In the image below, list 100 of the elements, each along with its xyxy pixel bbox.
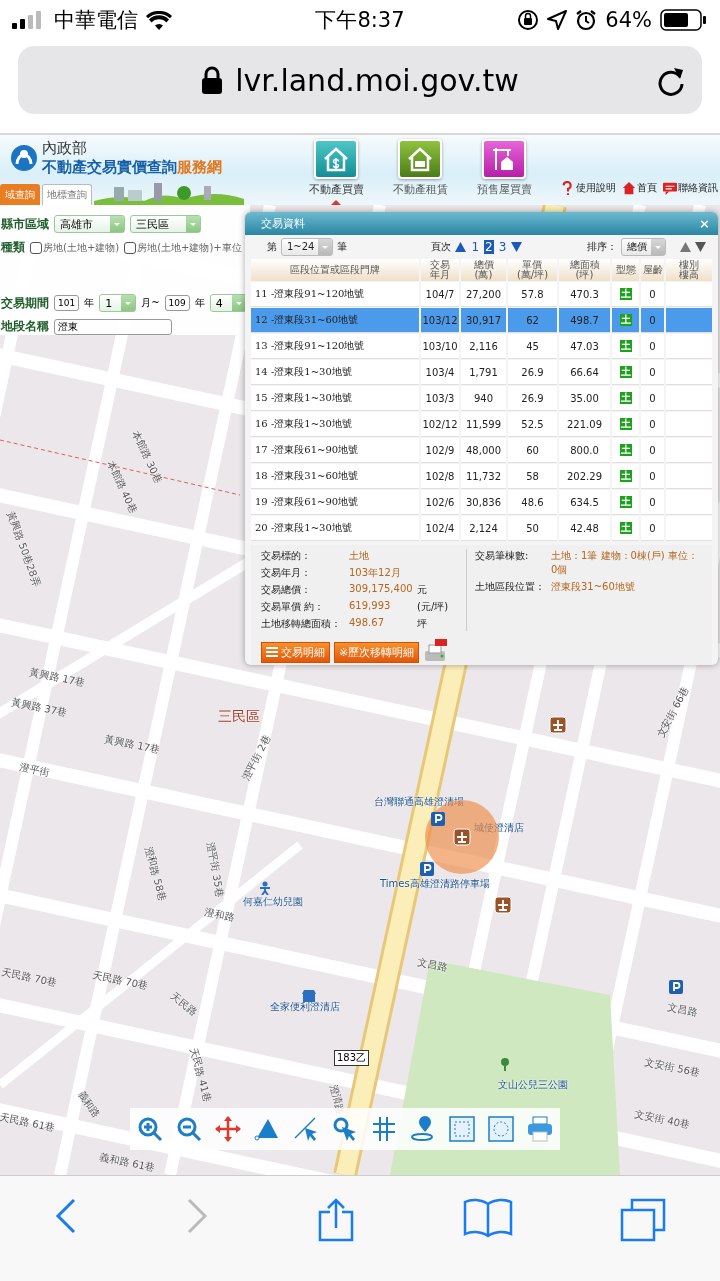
table-row[interactable]: 20 -澄東段1~30地號 102/4 2,124 50 42.48 土 0	[251, 516, 712, 541]
district-dropdown[interactable]: 三民區	[130, 215, 201, 233]
column-header: 屋齡	[641, 259, 664, 281]
street-label: 文安街 40巷	[633, 1107, 692, 1133]
range-label: 筆	[337, 239, 348, 254]
detail-value: 土地：1筆 建物：0棟(戶) 車位：0個	[551, 549, 699, 577]
road-number-sign: 183乙	[334, 1050, 370, 1066]
table-row[interactable]: 14 -澄東段1~30地號 103/4 1,791 26.9 66.64 土 0	[251, 360, 712, 385]
circle-select-icon[interactable]	[488, 1116, 515, 1142]
table-row[interactable]: 13 -澄東段91~120地號 103/10 2,116 45 47.03 土 0	[251, 334, 712, 359]
address-bar[interactable]: lvr.land.moi.gov.tw	[18, 46, 702, 114]
range-label: 第	[267, 239, 277, 254]
street-label: 黃興路 17巷	[103, 732, 162, 758]
section-name-field[interactable]: 澄東	[54, 318, 172, 335]
table-cell: 58	[508, 464, 557, 489]
nav-item[interactable]: 預售屋買賣	[474, 139, 534, 205]
table-cell: 102/8	[421, 464, 459, 489]
reload-icon[interactable]	[656, 65, 686, 97]
land-marker-icon[interactable]	[549, 716, 567, 734]
unit-label: 坪	[417, 617, 428, 631]
place-label: 文山公兒三公園	[498, 1078, 568, 1092]
printer-icon[interactable]	[527, 1116, 554, 1142]
checkbox[interactable]	[30, 241, 42, 254]
header-link[interactable]: 使用說明	[561, 181, 616, 195]
table-row[interactable]: 19 -澄東段61~90地號 102/6 30,836 48.6 634.5 土 0	[251, 490, 712, 515]
street-label: 天民路 41巷	[187, 1046, 215, 1104]
table-cell: 14 -澄東段1~30地號	[251, 360, 419, 385]
city-dropdown[interactable]: 高雄市	[54, 215, 125, 233]
table-cell: 11 -澄東段91~120地號	[251, 282, 419, 307]
location-arrow-icon	[547, 10, 568, 30]
table-cell: 13 -澄東段91~120地號	[251, 334, 419, 359]
battery-icon	[660, 9, 706, 31]
rotation-lock-icon	[517, 9, 540, 31]
tabs-icon[interactable]	[620, 1198, 667, 1242]
sort-dropdown[interactable]: 總價	[621, 237, 666, 256]
zoom-out-icon[interactable]	[175, 1116, 202, 1142]
month-dropdown[interactable]: 4	[209, 294, 247, 312]
table-cell: 202.29	[559, 464, 610, 489]
table-row[interactable]: 11 -澄東段91~120地號 104/7 27,200 57.8 470.3 土 0	[251, 282, 712, 307]
child-figure-icon	[258, 881, 272, 895]
table-cell: 62	[508, 308, 557, 333]
page-link[interactable]: 3	[497, 239, 508, 254]
pointer-select-icon[interactable]	[331, 1116, 358, 1142]
table-cell: 47.03	[559, 334, 610, 359]
table-cell: 800.0	[559, 438, 610, 463]
header-link[interactable]: 聯絡資訊	[663, 181, 718, 195]
detail-value: 澄東段31~60地號	[551, 580, 636, 594]
column-header: 總面積 (坪)	[559, 259, 610, 281]
page-link[interactable]: 1	[470, 239, 481, 254]
table-cell: 0	[641, 464, 664, 489]
search-tab[interactable]: 地標查詢	[42, 184, 92, 205]
land-marker-icon[interactable]	[453, 828, 471, 846]
table-cell: 35.00	[559, 386, 610, 411]
bookmarks-icon[interactable]	[463, 1198, 514, 1238]
page-link[interactable]: 2	[484, 239, 494, 254]
month-dropdown[interactable]: 1	[99, 294, 137, 312]
move-arrows-icon[interactable]	[214, 1116, 241, 1142]
street-label: 文昌路	[416, 955, 449, 976]
table-row[interactable]: 15 -澄東段1~30地號 103/3 940 26.9 35.00 土 0	[251, 386, 712, 411]
place-label: 全家便利澄清店	[270, 1000, 340, 1014]
square-select-icon[interactable]	[449, 1116, 476, 1142]
back-icon[interactable]	[53, 1198, 78, 1234]
unit-label: 元	[417, 583, 428, 597]
ministry-name: 內政部	[42, 139, 88, 158]
sort-ascending-icon[interactable]	[680, 241, 691, 252]
street-label: 澄清路	[327, 1083, 348, 1116]
table-cell: 26.9	[508, 360, 557, 385]
previous-page-icon[interactable]	[455, 241, 467, 252]
nav-item[interactable]: 不動產租賃	[390, 139, 450, 205]
table-cell: 48,000	[461, 438, 506, 463]
detail-value: 619,993	[349, 600, 392, 613]
street-label: 澄平街 35巷	[204, 840, 227, 899]
year-field[interactable]: 109	[164, 295, 190, 311]
year-field[interactable]: 101	[54, 295, 80, 311]
column-header: 樓別 樓高	[666, 259, 712, 281]
detail-label: 交易年月：	[261, 566, 312, 580]
table-cell: 0	[641, 360, 664, 385]
land-marker-icon[interactable]	[494, 896, 512, 914]
header-link[interactable]: 首頁	[622, 181, 657, 195]
street-grid-icon[interactable]	[371, 1116, 397, 1142]
detail-label: 交易筆棟數:	[475, 549, 530, 563]
table-row[interactable]: 12 -澄東段31~60地號 103/12 30,917 62 498.7 土 0	[251, 308, 712, 333]
distance-measure-icon[interactable]	[292, 1116, 319, 1142]
site-title: 不動產交易實價查詢服務網	[42, 158, 222, 177]
table-cell: 221.09	[559, 412, 610, 437]
zoom-in-icon[interactable]	[136, 1116, 163, 1142]
checkbox[interactable]	[124, 241, 137, 254]
table-cell: 0	[641, 438, 664, 463]
table-row[interactable]: 17 -澄東段61~90地號 102/9 48,000 60 800.0 土 0	[251, 438, 712, 463]
range-dropdown[interactable]: 1~24	[281, 237, 334, 256]
table-row[interactable]: 16 -澄東段1~30地號 102/12 11,599 52.5 221.09 土 0	[251, 412, 712, 437]
table-row[interactable]: 18 -澄東段31~60地號 102/8 11,732 58 202.29 土 0	[251, 464, 712, 489]
checkbox-label: 房地(土地+建物)+車位	[137, 240, 242, 255]
next-page-icon[interactable]	[511, 241, 523, 252]
sort-descending-icon[interactable]	[695, 241, 706, 252]
table-cell: 102/6	[421, 490, 459, 515]
land-type-badge: 土	[619, 418, 632, 430]
table-cell: 30,836	[461, 490, 506, 515]
street-label: 文昌路	[666, 1000, 699, 1021]
table-cell: 12 -澄東段31~60地號	[251, 308, 419, 333]
